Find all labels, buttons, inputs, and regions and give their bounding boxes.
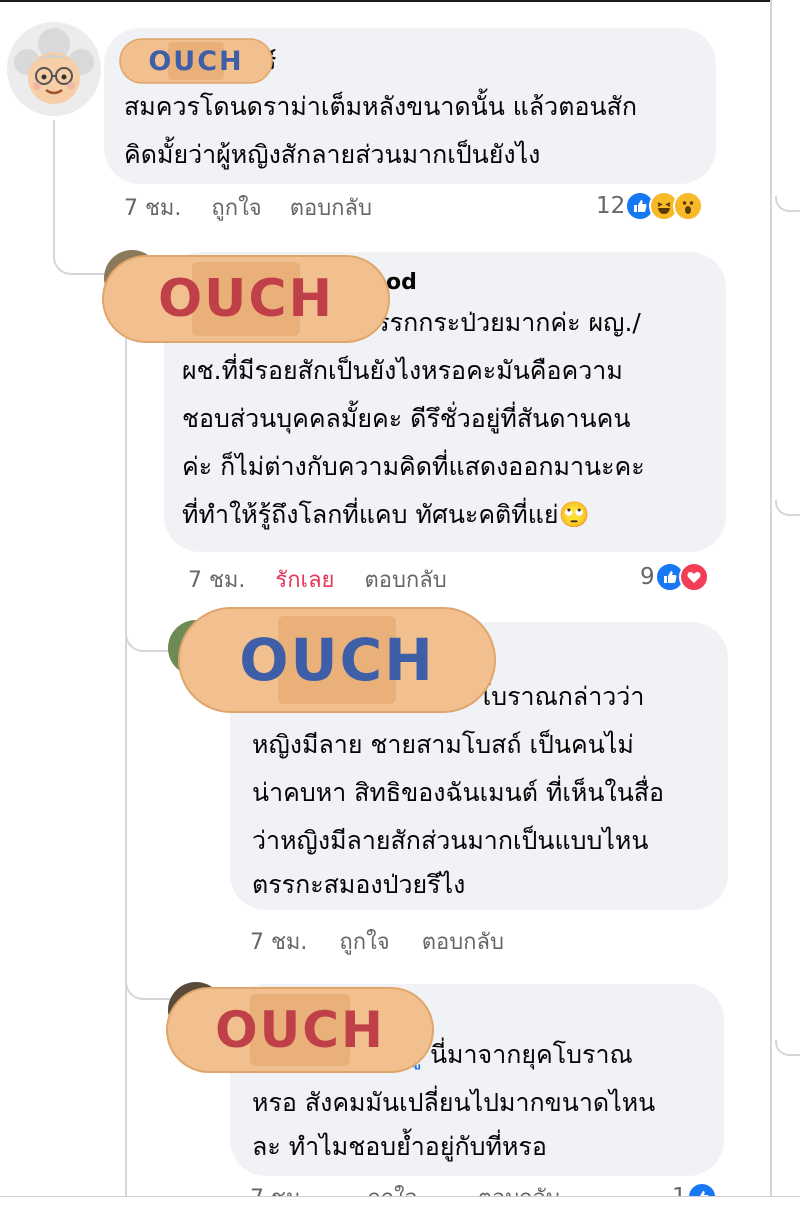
comment-text-line: ว่าหญิงมีลายสักส่วนมากเป็นแบบไหน: [252, 826, 649, 855]
reaction-summary[interactable]: 9: [640, 560, 709, 594]
comment-text-line: ชอบส่วนบุคคลมั้ยคะ ดีรึชั่วอยู่ที่สันดาน…: [182, 404, 631, 433]
screenshot-bottom-edge: [0, 1196, 800, 1213]
love-button[interactable]: รักเลย: [275, 562, 334, 597]
love-reaction-icon: [678, 562, 709, 592]
comment-text-line: ค่ะ ก็ไม่ต่างกับความคิดที่แสดงออกมานะคะ: [182, 452, 645, 481]
avatar-grandma-emoji[interactable]: [7, 22, 101, 116]
reaction-count: 9: [640, 564, 655, 590]
comment-timestamp[interactable]: 7 ชม.: [124, 190, 181, 225]
ouch-sticker-text: OUCH: [157, 269, 335, 329]
window-top-edge: [0, 0, 800, 2]
comment-text-line: น่าคบหา สิทธิของฉันเมนต์ ที่เห็นในสื่อ: [252, 778, 665, 807]
wow-reaction-icon: [673, 191, 704, 221]
like-button[interactable]: ถูกใจ: [339, 924, 389, 959]
comment-timestamp[interactable]: 7 ชม.: [250, 924, 307, 959]
comment-text-line: ตรรกะสมองป่วยรึไง: [252, 870, 466, 899]
thread-branch: [53, 230, 105, 275]
ouch-bandage-sticker: OUCH: [100, 252, 392, 346]
ouch-sticker-text: OUCH: [215, 1001, 385, 1059]
comment-actions: 7 ชม. ถูกใจ ตอบกลับ: [124, 190, 372, 224]
comment-text-line: ผช.ที่มีรอยสักเป็นยังไงหรอคะมันคือความ: [182, 356, 623, 385]
comment-text-line: หญิงมีลาย ชายสามโบสถ์ เป็นคนไม่: [252, 730, 634, 759]
comment-text-line: ละ ทำไมชอบย้ำอยู่กับที่หรอ: [252, 1132, 547, 1161]
comment-timestamp[interactable]: 7 ชม.: [188, 562, 245, 597]
comment-actions: 7 ชม. รักเลย ตอบกลับ: [188, 562, 447, 596]
reply-button[interactable]: ตอบกลับ: [364, 562, 446, 597]
thread-branch: [125, 610, 171, 652]
eye-roll-emoji: 🙄: [558, 500, 590, 529]
comment-text-segment: ที่ทำให้รู้ถึงโลกที่แคบ ทัศนะคติที่แย่: [182, 500, 559, 529]
ouch-sticker-text: OUCH: [148, 45, 244, 77]
reaction-summary[interactable]: 12: [596, 189, 704, 223]
comment-actions: 7 ชม. ถูกใจ ตอบกลับ: [250, 924, 504, 958]
comment-text-line: สมควรโดนดราม่าเต็มหลังขนาดนั้น แล้วตอนสั…: [124, 92, 637, 121]
ouch-sticker-text: OUCH: [239, 626, 435, 694]
comment-text-line: ที่ทำให้รู้ถึงโลกที่แคบ ทัศนะคติที่แย่🙄: [182, 492, 590, 538]
ouch-bandage-sticker: OUCH: [164, 984, 436, 1076]
ouch-bandage-sticker: OUCH: [176, 604, 498, 716]
right-thread-rail: [770, 0, 800, 1213]
thread-line: [125, 320, 127, 1200]
reply-button[interactable]: ตอบกลับ: [290, 190, 372, 225]
comment-text-line: ตรรกกระป่วยมากค่ะ ผญ./: [360, 308, 641, 337]
reaction-count: 12: [596, 193, 626, 219]
comment-text-line: คิดมั้ยว่าผู้หญิงสักลายส่วนมากเป็นยังไง: [124, 140, 541, 169]
reply-button[interactable]: ตอบกลับ: [422, 924, 504, 959]
like-button[interactable]: ถูกใจ: [211, 190, 261, 225]
ouch-bandage-sticker: OUCH: [118, 36, 274, 86]
comment-text-line: หรอ สังคมมันเปลี่ยนไปมากขนาดไหน: [252, 1088, 656, 1117]
comment-text-segment: นี่มาจากยุคโบราณ: [422, 1040, 633, 1069]
comment-text-line: ู นี่มาจากยุคโบราณ: [422, 1032, 633, 1078]
